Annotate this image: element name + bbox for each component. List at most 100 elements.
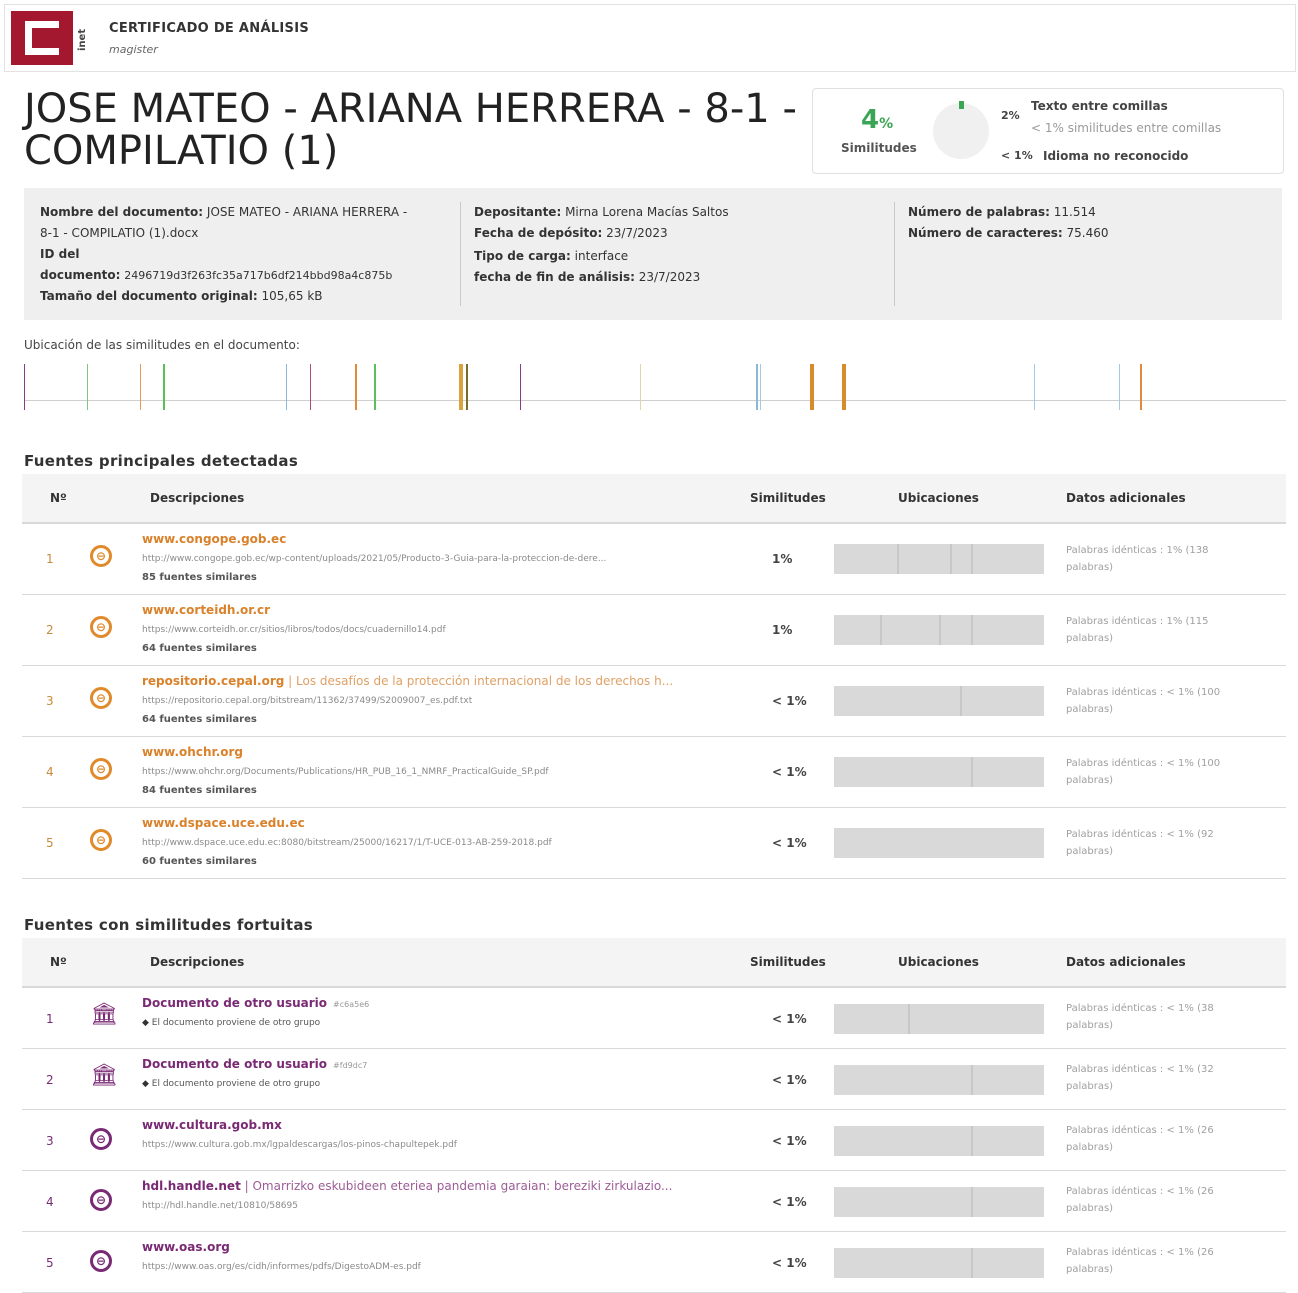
summary-quotes: Texto entre comillas xyxy=(1031,99,1168,113)
location-bar xyxy=(834,1248,1044,1278)
location-tick xyxy=(1139,364,1142,410)
tag-icon: ◆ xyxy=(142,1079,152,1089)
header-descriptions: Descripciones xyxy=(150,955,245,969)
source-link[interactable]: www.oas.org xyxy=(142,1240,230,1254)
location-mark xyxy=(970,615,973,645)
header-similarities: Similitudes xyxy=(750,491,826,505)
info-divider xyxy=(894,202,895,306)
additional-data: Palabras idénticas : < 1% (100 palabras) xyxy=(1066,758,1221,786)
similarity-percent: < 1% xyxy=(772,1256,807,1270)
header-additional-data: Datos adicionales xyxy=(1066,491,1186,505)
location-tick xyxy=(639,364,641,410)
source-url[interactable]: http://hdl.handle.net/10810/58695 xyxy=(142,1201,742,1211)
source-url[interactable]: https://www.cultura.gob.mx/lgpaldescarga… xyxy=(142,1140,742,1150)
table-row[interactable]: 5 ⊖ www.oas.org https://www.oas.org/es/cidh… xyxy=(22,1232,1286,1293)
location-tick xyxy=(1119,364,1121,410)
additional-data: Palabras idénticas : < 1% (38 palabras) xyxy=(1066,1003,1214,1031)
location-axis xyxy=(24,400,1286,401)
location-bar xyxy=(834,1065,1044,1095)
similar-sources-count[interactable]: 60 fuentes similares xyxy=(142,856,257,867)
certificate-title: CERTIFICADO DE ANÁLISIS xyxy=(109,21,310,36)
source-link[interactable]: www.cultura.gob.mx xyxy=(142,1118,282,1132)
similar-sources-count[interactable]: 85 fuentes similares xyxy=(142,572,257,583)
header-locations: Ubicaciones xyxy=(898,955,979,969)
globe-icon: ⊖ xyxy=(90,829,112,851)
table-row[interactable]: 2 🏛 Documento de otro usuario #fd9dc7 ◆ El d… xyxy=(22,1049,1286,1110)
additional-data: Palabras idénticas : < 1% (92 palabras) xyxy=(1066,829,1214,857)
donut-segment xyxy=(959,101,964,109)
source-domain: repositorio.cepal.org xyxy=(142,674,285,688)
source-link[interactable]: www.corteidh.or.cr xyxy=(142,603,270,617)
table-row[interactable]: 4 ⊖ www.ohchr.org https://www.ohchr.org/Doc… xyxy=(22,737,1286,808)
location-tick xyxy=(24,364,25,410)
location-mark xyxy=(970,1065,973,1095)
source-url[interactable]: https://www.oas.org/es/cidh/informes/pdf… xyxy=(142,1262,742,1272)
certificate-header: inet CERTIFICADO DE ANÁLISIS magister xyxy=(4,4,1296,72)
table-row[interactable]: 5 ⊖ www.dspace.uce.edu.ec http://www.dspace… xyxy=(22,808,1286,879)
header-additional-data: Datos adicionales xyxy=(1066,955,1186,969)
table-row[interactable]: 3 ⊖ www.cultura.gob.mx https://www.cultura.… xyxy=(22,1110,1286,1171)
location-mark xyxy=(960,686,962,716)
similarity-percent: < 1% xyxy=(772,1134,807,1148)
similarity-percent: 1% xyxy=(772,623,793,637)
source-url[interactable]: https://www.corteidh.or.cr/sitios/libros… xyxy=(142,625,742,635)
source-link[interactable]: Documento de otro usuario #c6a5e6 xyxy=(142,996,369,1010)
similar-sources-count[interactable]: 84 fuentes similares xyxy=(142,785,257,796)
additional-data: Palabras idénticas : < 1% (26 palabras) xyxy=(1066,1125,1214,1153)
header-similarities: Similitudes xyxy=(750,955,826,969)
source-link[interactable]: www.dspace.uce.edu.ec xyxy=(142,816,305,830)
table-header: Nº Descripciones Similitudes Ubicaciones… xyxy=(22,474,1286,524)
info-column-counts: Número de palabras: 11.514 Número de car… xyxy=(908,205,1109,240)
location-mark xyxy=(970,1126,973,1156)
summary-similar-quotes: < 1% similitudes entre comillas xyxy=(1031,121,1222,135)
table-row[interactable]: 1 ⊖ www.congope.gob.ec http://www.congope.g… xyxy=(22,524,1286,595)
location-mark xyxy=(939,615,941,645)
source-link[interactable]: Documento de otro usuario #fd9dc7 xyxy=(142,1057,367,1071)
similarity-percent: < 1% xyxy=(772,1073,807,1087)
similar-sources-count[interactable]: 64 fuentes similares xyxy=(142,714,257,725)
additional-data: Palabras idénticas : < 1% (26 palabras) xyxy=(1066,1186,1214,1214)
location-bar xyxy=(834,686,1044,716)
header-locations: Ubicaciones xyxy=(898,491,979,505)
table-row[interactable]: 2 ⊖ www.corteidh.or.cr https://www.corteidh… xyxy=(22,595,1286,666)
globe-icon: ⊖ xyxy=(90,545,112,567)
main-sources-title: Fuentes principales detectadas xyxy=(24,452,299,470)
row-number: 1 xyxy=(46,552,54,566)
row-number: 4 xyxy=(46,765,54,779)
fortuitous-sources-title: Fuentes con similitudes fortuitas xyxy=(24,916,313,934)
source-link[interactable]: www.congope.gob.ec xyxy=(142,532,286,546)
location-tick xyxy=(759,364,761,410)
similarity-label: Similitudes xyxy=(841,141,917,155)
similar-sources-count[interactable]: 64 fuentes similares xyxy=(142,643,257,654)
location-mark xyxy=(970,1248,973,1278)
location-bar xyxy=(834,544,1044,574)
institution-icon: 🏛 xyxy=(90,1063,118,1088)
table-row[interactable]: 3 ⊖ repositorio.cepal.org | Los desafíos d… xyxy=(22,666,1286,737)
source-link[interactable]: hdl.handle.net | Omarrizko eskubideen et… xyxy=(142,1179,672,1193)
source-url[interactable]: https://www.ohchr.org/Documents/Publicat… xyxy=(142,767,742,777)
location-mark xyxy=(880,615,883,645)
source-note: ◆ El documento proviene de otro grupo xyxy=(142,1079,742,1089)
source-url[interactable]: http://www.congope.gob.ec/wp-content/upl… xyxy=(142,554,742,564)
info-divider xyxy=(460,202,461,306)
globe-icon: ⊖ xyxy=(90,1250,112,1272)
location-tick xyxy=(87,364,89,410)
compilatio-logo xyxy=(11,11,73,65)
table-row[interactable]: 1 🏛 Documento de otro usuario #c6a5e6 ◆ El d… xyxy=(22,988,1286,1049)
summary-value-quotes: 2% xyxy=(1001,109,1020,122)
document-info-panel: Nombre del documento: JOSE MATEO - ARIAN… xyxy=(24,188,1282,320)
row-number: 4 xyxy=(46,1195,54,1209)
main-sources-table: Nº Descripciones Similitudes Ubicaciones… xyxy=(22,474,1286,879)
additional-data: Palabras idénticas : 1% (115 palabras) xyxy=(1066,616,1209,644)
info-column-deposit: Depositante: Mirna Lorena Macías Saltos … xyxy=(474,205,729,284)
source-domain: www.ohchr.org xyxy=(142,745,244,759)
summary-language: Idioma no reconocido xyxy=(1043,149,1189,163)
source-url[interactable]: https://repositorio.cepal.org/bitstream/… xyxy=(142,696,742,706)
source-link[interactable]: repositorio.cepal.org | Los desafíos de … xyxy=(142,674,673,688)
source-url[interactable]: http://www.dspace.uce.edu.ec:8080/bitstr… xyxy=(142,838,742,848)
globe-icon: ⊖ xyxy=(90,687,112,709)
source-domain: www.corteidh.or.cr xyxy=(142,603,271,617)
table-row[interactable]: 4 ⊖ hdl.handle.net | Omarrizko eskubideen … xyxy=(22,1171,1286,1232)
source-link[interactable]: www.ohchr.org xyxy=(142,745,243,759)
source-domain: www.dspace.uce.edu.ec xyxy=(142,816,305,830)
